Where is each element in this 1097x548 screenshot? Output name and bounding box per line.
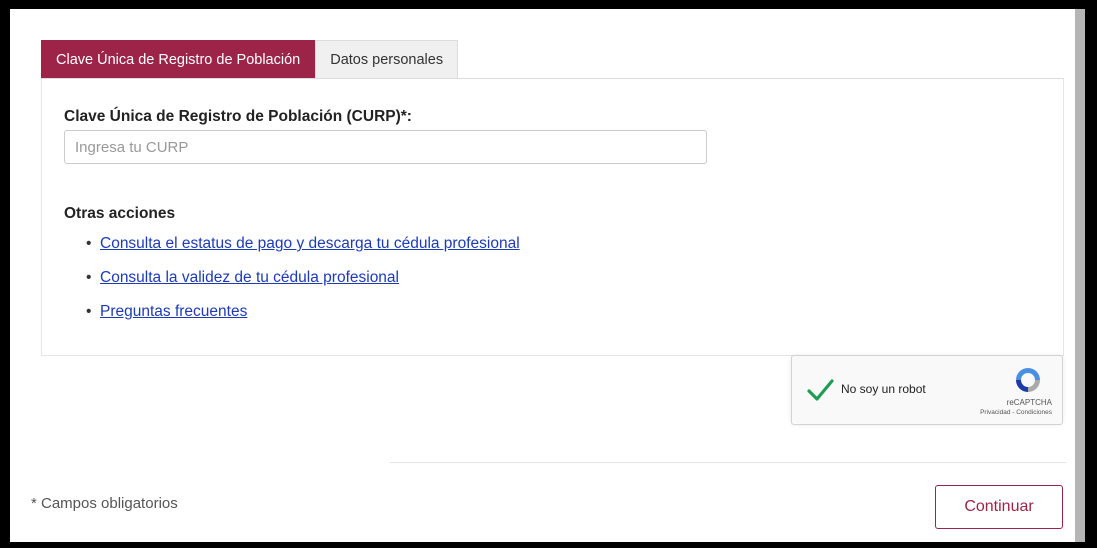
footer-divider [390,462,1066,463]
curp-input[interactable] [64,130,707,164]
window-frame-top [0,0,1097,9]
recaptcha-terms-link[interactable]: Privacidad - Condiciones [980,409,1052,416]
bullet: • [86,235,92,252]
form-page: Clave Única de Registro de Población Dat… [10,9,1075,542]
checkmark-icon[interactable] [806,376,834,404]
recaptcha-brand: reCAPTCHA [1006,398,1052,407]
link-preguntas-frecuentes[interactable]: Preguntas frecuentes [100,303,247,320]
tab-bar: Clave Única de Registro de Población Dat… [41,40,459,78]
tab-datos-personales[interactable]: Datos personales [315,40,459,78]
recaptcha-widget: No soy un robot reCAPTCHA Privacidad - C… [791,355,1063,425]
link-estatus-pago[interactable]: Consulta el estatus de pago y descarga t… [100,235,520,252]
list-item: • Preguntas frecuentes [64,295,520,329]
other-actions-title: Otras acciones [64,205,176,222]
link-validez-cedula[interactable]: Consulta la validez de tu cédula profesi… [100,269,399,286]
other-actions-list: • Consulta el estatus de pago y descarga… [64,227,520,329]
tab-curp[interactable]: Clave Única de Registro de Población [41,40,316,78]
recaptcha-logo-icon [1016,368,1040,392]
bullet: • [86,269,92,286]
list-item: • Consulta el estatus de pago y descarga… [64,227,520,261]
bullet: • [86,303,92,320]
required-fields-note: * Campos obligatorios [31,495,178,512]
window-frame-left [0,0,10,548]
window-frame-right-shadow [1075,9,1085,548]
curp-label: Clave Única de Registro de Población (CU… [64,108,412,125]
recaptcha-label: No soy un robot [841,382,926,396]
window-frame-right [1085,0,1097,548]
window-frame-bottom [0,542,1097,548]
continue-button[interactable]: Continuar [935,485,1063,529]
list-item: • Consulta la validez de tu cédula profe… [64,261,520,295]
tab-panel: Clave Única de Registro de Población (CU… [41,78,1064,356]
